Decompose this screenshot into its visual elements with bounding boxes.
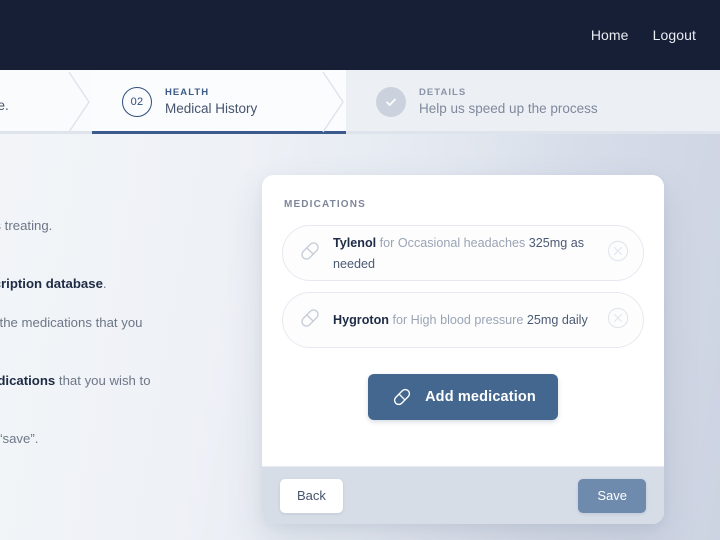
stepper-step-lifestyle[interactable]: festyle. (0, 70, 92, 134)
stepper-step-details[interactable]: DETAILS Help us speed up the process (346, 70, 720, 134)
save-button[interactable]: Save (578, 479, 646, 513)
stepper-step-health-title: Medical History (165, 101, 257, 117)
stepper-underline-idle-2 (346, 131, 720, 134)
pill-icon (297, 305, 323, 336)
stepper-chevron-separator-2 (321, 70, 347, 134)
stepper-underline-idle-1 (0, 131, 92, 134)
instructions-paragraph-1: r medication is treating. (0, 196, 246, 235)
remove-medication-icon[interactable] (607, 307, 629, 334)
stepper-step-health-badge: 02 (122, 87, 152, 117)
medication-reason: for Occasional headaches (380, 236, 526, 250)
stepper-step-lifestyle-label: festyle. (0, 98, 9, 113)
instructions-prescription-database: prescription database (0, 276, 103, 291)
instructions-line-5: ons, just click “save”. (0, 431, 38, 446)
stepper-step-health-kicker: HEALTH (165, 87, 257, 98)
medication-name: Hygroton (333, 313, 389, 327)
stepper-chevron-separator-1 (67, 70, 93, 134)
medication-reason: for High blood pressure (392, 313, 523, 327)
pill-icon (390, 385, 414, 409)
remove-medication-icon[interactable] (607, 240, 629, 267)
medication-row[interactable]: Hygroton for High blood pressure 25mg da… (282, 292, 644, 348)
medication-name: Tylenol (333, 236, 376, 250)
stepper-step-details-title: Help us speed up the process (419, 101, 598, 117)
stepper-step-health-text: HEALTH Medical History (165, 87, 257, 117)
medication-details: Tylenol for Occasional headaches 325mg a… (333, 232, 607, 274)
instructions-herbal-medications: ny herbal medications (0, 373, 55, 388)
add-medication-wrapper: Add medication (282, 374, 644, 420)
add-medication-button[interactable]: Add medication (368, 374, 558, 420)
instructions-paragraph-2: king the prescription database. us to kn… (0, 254, 246, 332)
instructions-line-2-post: . (103, 276, 107, 291)
medication-headline: Tylenol for Occasional headaches (333, 236, 529, 250)
pill-icon (297, 238, 323, 269)
instructions-line-3: us to know all the medications that you (0, 315, 143, 330)
check-icon (376, 87, 406, 117)
nav-link-home[interactable]: Home (591, 27, 629, 43)
instructions-paragraph-4: ons, just click “save”. (0, 409, 246, 448)
medication-details: Hygroton for High blood pressure 25mg da… (333, 309, 607, 330)
instructions-line-4-post: that you wish to (55, 373, 150, 388)
medication-row[interactable]: Tylenol for Occasional headaches 325mg a… (282, 225, 644, 281)
back-button[interactable]: Back (280, 479, 343, 513)
stepper-step-health[interactable]: 02 HEALTH Medical History (92, 70, 346, 134)
progress-stepper: festyle. 02 HEALTH Medical History (0, 70, 720, 134)
instructions-copy: r medication is treating. king the presc… (0, 196, 246, 448)
stepper-step-details-text: DETAILS Help us speed up the process (419, 87, 598, 117)
medications-section-label: MEDICATIONS (282, 199, 644, 210)
instructions-paragraph-3: ny herbal medications that you wish to (0, 351, 246, 390)
card-footer: Back Save (262, 466, 664, 524)
navbar-links: Home Logout (591, 0, 696, 70)
top-navbar: Home Logout (0, 0, 720, 70)
medication-headline: Hygroton for High blood pressure (333, 313, 527, 327)
instructions-line-1: r medication is treating. (0, 218, 52, 233)
medications-card-body: MEDICATIONS Tylenol for Occasional heada… (262, 175, 664, 466)
stepper-step-details-kicker: DETAILS (419, 87, 598, 98)
nav-link-logout[interactable]: Logout (653, 27, 696, 43)
stepper-underline-active (92, 131, 346, 134)
add-medication-button-label: Add medication (425, 389, 536, 405)
medication-dosage: 25mg daily (527, 313, 588, 327)
medications-card: MEDICATIONS Tylenol for Occasional heada… (262, 175, 664, 524)
